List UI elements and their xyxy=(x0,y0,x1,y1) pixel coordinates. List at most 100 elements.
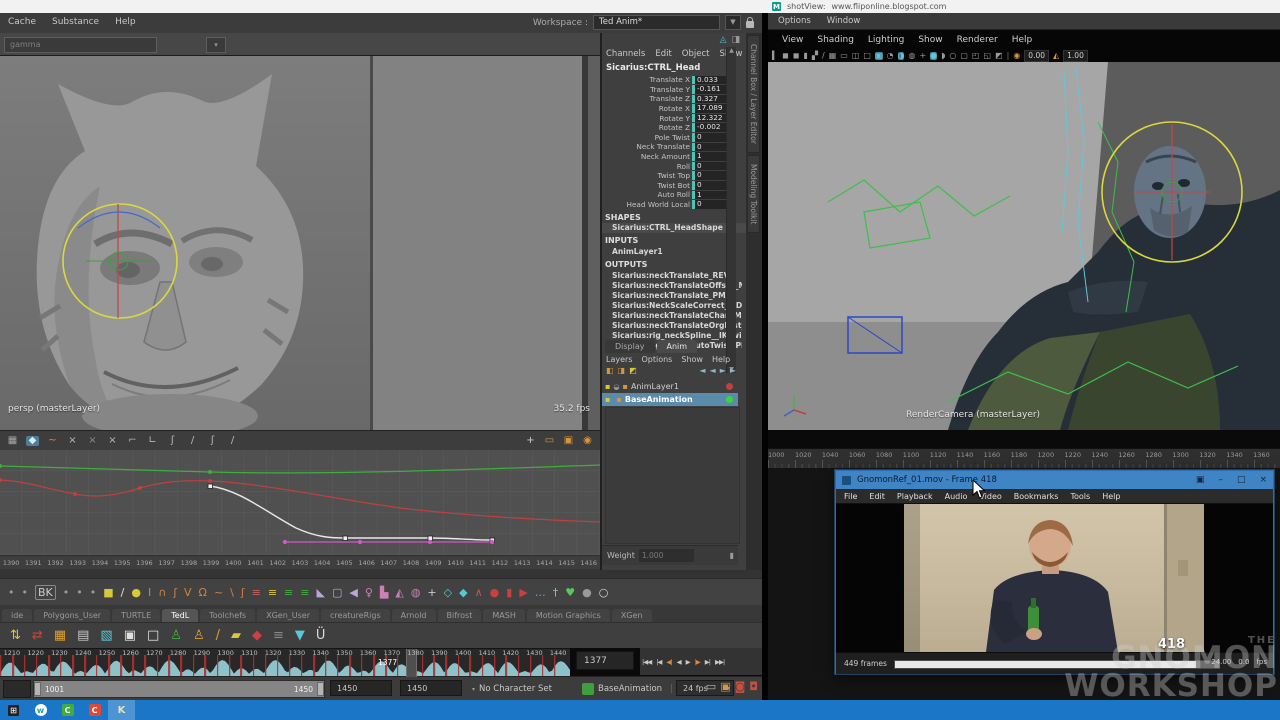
zoom-icon[interactable]: ○ xyxy=(599,587,609,598)
viewport-menu-item[interactable]: Help xyxy=(1012,35,1033,45)
channel-box-menu-item[interactable]: Edit xyxy=(655,49,671,59)
channel-row[interactable]: Twist Bot 0 xyxy=(602,181,736,191)
shelf-tab[interactable]: TURTLE xyxy=(112,609,160,622)
lighting-icon[interactable]: ◗ xyxy=(941,52,945,60)
key-dot-icon[interactable]: • xyxy=(76,587,83,598)
output-node-item[interactable]: Sicarius:neckTranslateChan_MD xyxy=(602,311,742,321)
taskbar-app-c[interactable]: C xyxy=(81,700,108,720)
curve-wave-icon[interactable]: ~ xyxy=(214,587,223,598)
key-dot-icon[interactable]: • xyxy=(8,587,15,598)
weight-key-icon[interactable]: ▮ xyxy=(730,552,734,560)
anim-panel-menu-item[interactable]: Show xyxy=(681,355,703,364)
time-snap-icon[interactable]: ▭ xyxy=(543,436,556,446)
tab-anim[interactable]: Anim xyxy=(657,340,698,353)
shelf-tab-clipped[interactable]: ide xyxy=(2,609,32,622)
extract-layer-icon[interactable]: ► xyxy=(720,367,726,375)
shelf-tab[interactable]: MASH xyxy=(483,609,524,622)
viewport-menu-item[interactable]: Lighting xyxy=(868,35,904,45)
wireframe-on-shaded-icon[interactable]: ◍ xyxy=(908,52,915,60)
layer-status-dot[interactable] xyxy=(726,383,733,390)
gamma-field[interactable]: 1.00 xyxy=(1063,50,1088,62)
stack-green-icon[interactable]: ≡ xyxy=(284,587,293,598)
plateau-tangents-icon[interactable]: ʃ xyxy=(166,436,179,446)
video-menu-item[interactable]: Playback xyxy=(897,492,933,501)
flat-tangents-icon[interactable]: ⌐ xyxy=(126,436,139,446)
safe-title-icon[interactable]: ◑ xyxy=(898,52,905,60)
channel-row[interactable]: Neck Amount 1 xyxy=(602,152,736,162)
scroll-up-arrow[interactable]: ▲ xyxy=(727,47,736,54)
value-snap-icon[interactable]: ▣ xyxy=(562,436,575,446)
shelf-tab[interactable]: Polygons_User xyxy=(34,609,110,622)
persp-viewport[interactable]: persp (masterLayer) 35.2 fps xyxy=(0,55,600,431)
taskbar-app-keyframe-active[interactable]: K xyxy=(108,700,135,720)
start-button[interactable]: ⊞ xyxy=(0,700,27,720)
layer-status-dot[interactable] xyxy=(726,396,733,403)
menu-item[interactable]: Substance xyxy=(52,17,99,27)
video-menu-item[interactable]: Help xyxy=(1102,492,1120,501)
step-forward-frame-button[interactable]: ▶| xyxy=(703,655,712,669)
bookmark-icon[interactable]: ▮ xyxy=(803,52,807,60)
lattice-deform-keys-icon[interactable]: ~ xyxy=(46,436,59,446)
shelf-tab[interactable]: TedL xyxy=(162,609,198,622)
channel-row[interactable]: Rotate Z -0.002 xyxy=(602,123,736,133)
graph-grid-icon[interactable]: ▦ xyxy=(6,436,19,446)
video-menu-item[interactable]: Edit xyxy=(869,492,885,501)
step-back-frame-button[interactable]: |◀ xyxy=(654,655,663,669)
exposure-icon[interactable]: ◉ xyxy=(1013,52,1020,60)
marquee-tool-icon[interactable]: ▢ xyxy=(332,587,342,598)
camera-attributes-icon[interactable]: ◼ xyxy=(793,52,800,60)
viewport-split-icon[interactable]: ◱ xyxy=(983,52,991,60)
clapboard-icon[interactable]: ▤ xyxy=(77,629,89,642)
gate-mask-icon[interactable]: □ xyxy=(863,52,871,60)
key-dot-icon[interactable]: • xyxy=(22,587,29,598)
menu-item[interactable]: Cache xyxy=(8,17,36,27)
shot-timeline-ruler[interactable]: 1000102010401060108011001120114011601180… xyxy=(768,448,1280,470)
buffer-key-icon[interactable]: BK xyxy=(35,585,56,600)
shade-swap-icon[interactable]: ▧ xyxy=(100,629,112,642)
play-backwards-button[interactable]: ◀ xyxy=(675,655,683,669)
textured-icon[interactable]: ● xyxy=(930,52,937,60)
key-dot-icon[interactable]: • xyxy=(63,587,70,598)
stack-red-icon[interactable]: ≡ xyxy=(252,587,261,598)
u-tool-icon[interactable]: Ü xyxy=(316,629,326,642)
clamp-icon[interactable]: ∧ xyxy=(475,587,483,598)
playblast-icon[interactable]: ▶ xyxy=(519,587,527,598)
bookmark-icon[interactable]: ▮ xyxy=(506,587,512,598)
spline-tangents-icon[interactable]: × xyxy=(66,436,79,446)
character-green-icon[interactable]: ♙ xyxy=(170,629,182,642)
set-key-icon[interactable]: ■ xyxy=(103,587,113,598)
playback-end-field[interactable]: 1450 xyxy=(330,680,392,696)
anim-panel-menu-item[interactable]: Help xyxy=(712,355,730,364)
shelf-tab[interactable]: Arnold xyxy=(392,609,436,622)
grid-warp-icon[interactable]: ▦ xyxy=(54,629,66,642)
channel-row[interactable]: Pole Twist 0 xyxy=(602,133,736,143)
stack-green2-icon[interactable]: ≡ xyxy=(300,587,309,598)
taskbar-app-w[interactable]: w xyxy=(27,700,54,720)
health-icon[interactable]: ♥ xyxy=(565,587,575,598)
isolate-select-icon[interactable]: ▢ xyxy=(960,52,968,60)
layer-mute-icon[interactable]: ◒ xyxy=(613,383,619,391)
playback-range-slider[interactable]: 1001 1450 xyxy=(33,680,325,698)
channel-box-menu-item[interactable]: Channels xyxy=(606,49,645,59)
anim-layer-row[interactable]: ▪ ◒ ▪ AnimLayer1 xyxy=(602,380,738,393)
workspace-combo[interactable]: Ted Anim* xyxy=(593,15,720,30)
command-line-icon[interactable]: ▣ xyxy=(720,681,730,692)
mirror-pose-icon[interactable]: ♀ xyxy=(365,587,373,598)
shelf-tab[interactable]: XGen_User xyxy=(257,609,319,622)
channel-box-menu-item[interactable]: Object xyxy=(682,49,710,59)
curve-valley-icon[interactable]: V xyxy=(184,587,192,598)
shelf-tab[interactable]: Motion Graphics xyxy=(527,609,610,622)
curve-linear-icon[interactable]: \ xyxy=(230,587,234,598)
shotview-window-titlebar[interactable]: M shotView: www.fliponline.blogspot.com xyxy=(772,0,1280,13)
shelf-tab[interactable]: Toolchefs xyxy=(200,609,255,622)
video-player-window[interactable]: GnomonRef_01.mov - Frame 418 ▣ – □ × Fil… xyxy=(835,470,1274,674)
pen-key-icon[interactable]: / xyxy=(121,587,125,598)
clamped-tangents-icon[interactable]: × xyxy=(86,436,99,446)
go-to-end-button[interactable]: ▶▶| xyxy=(713,655,726,669)
video-menu-item[interactable]: Video xyxy=(979,492,1001,501)
ao-icon[interactable]: ◩ xyxy=(995,52,1003,60)
auto-tangents-icon[interactable]: / xyxy=(186,436,199,446)
rig-icon[interactable]: † xyxy=(553,587,559,598)
video-titlebar[interactable]: GnomonRef_01.mov - Frame 418 ▣ – □ × xyxy=(836,471,1273,489)
step-tangents-icon[interactable]: ∟ xyxy=(146,436,159,446)
